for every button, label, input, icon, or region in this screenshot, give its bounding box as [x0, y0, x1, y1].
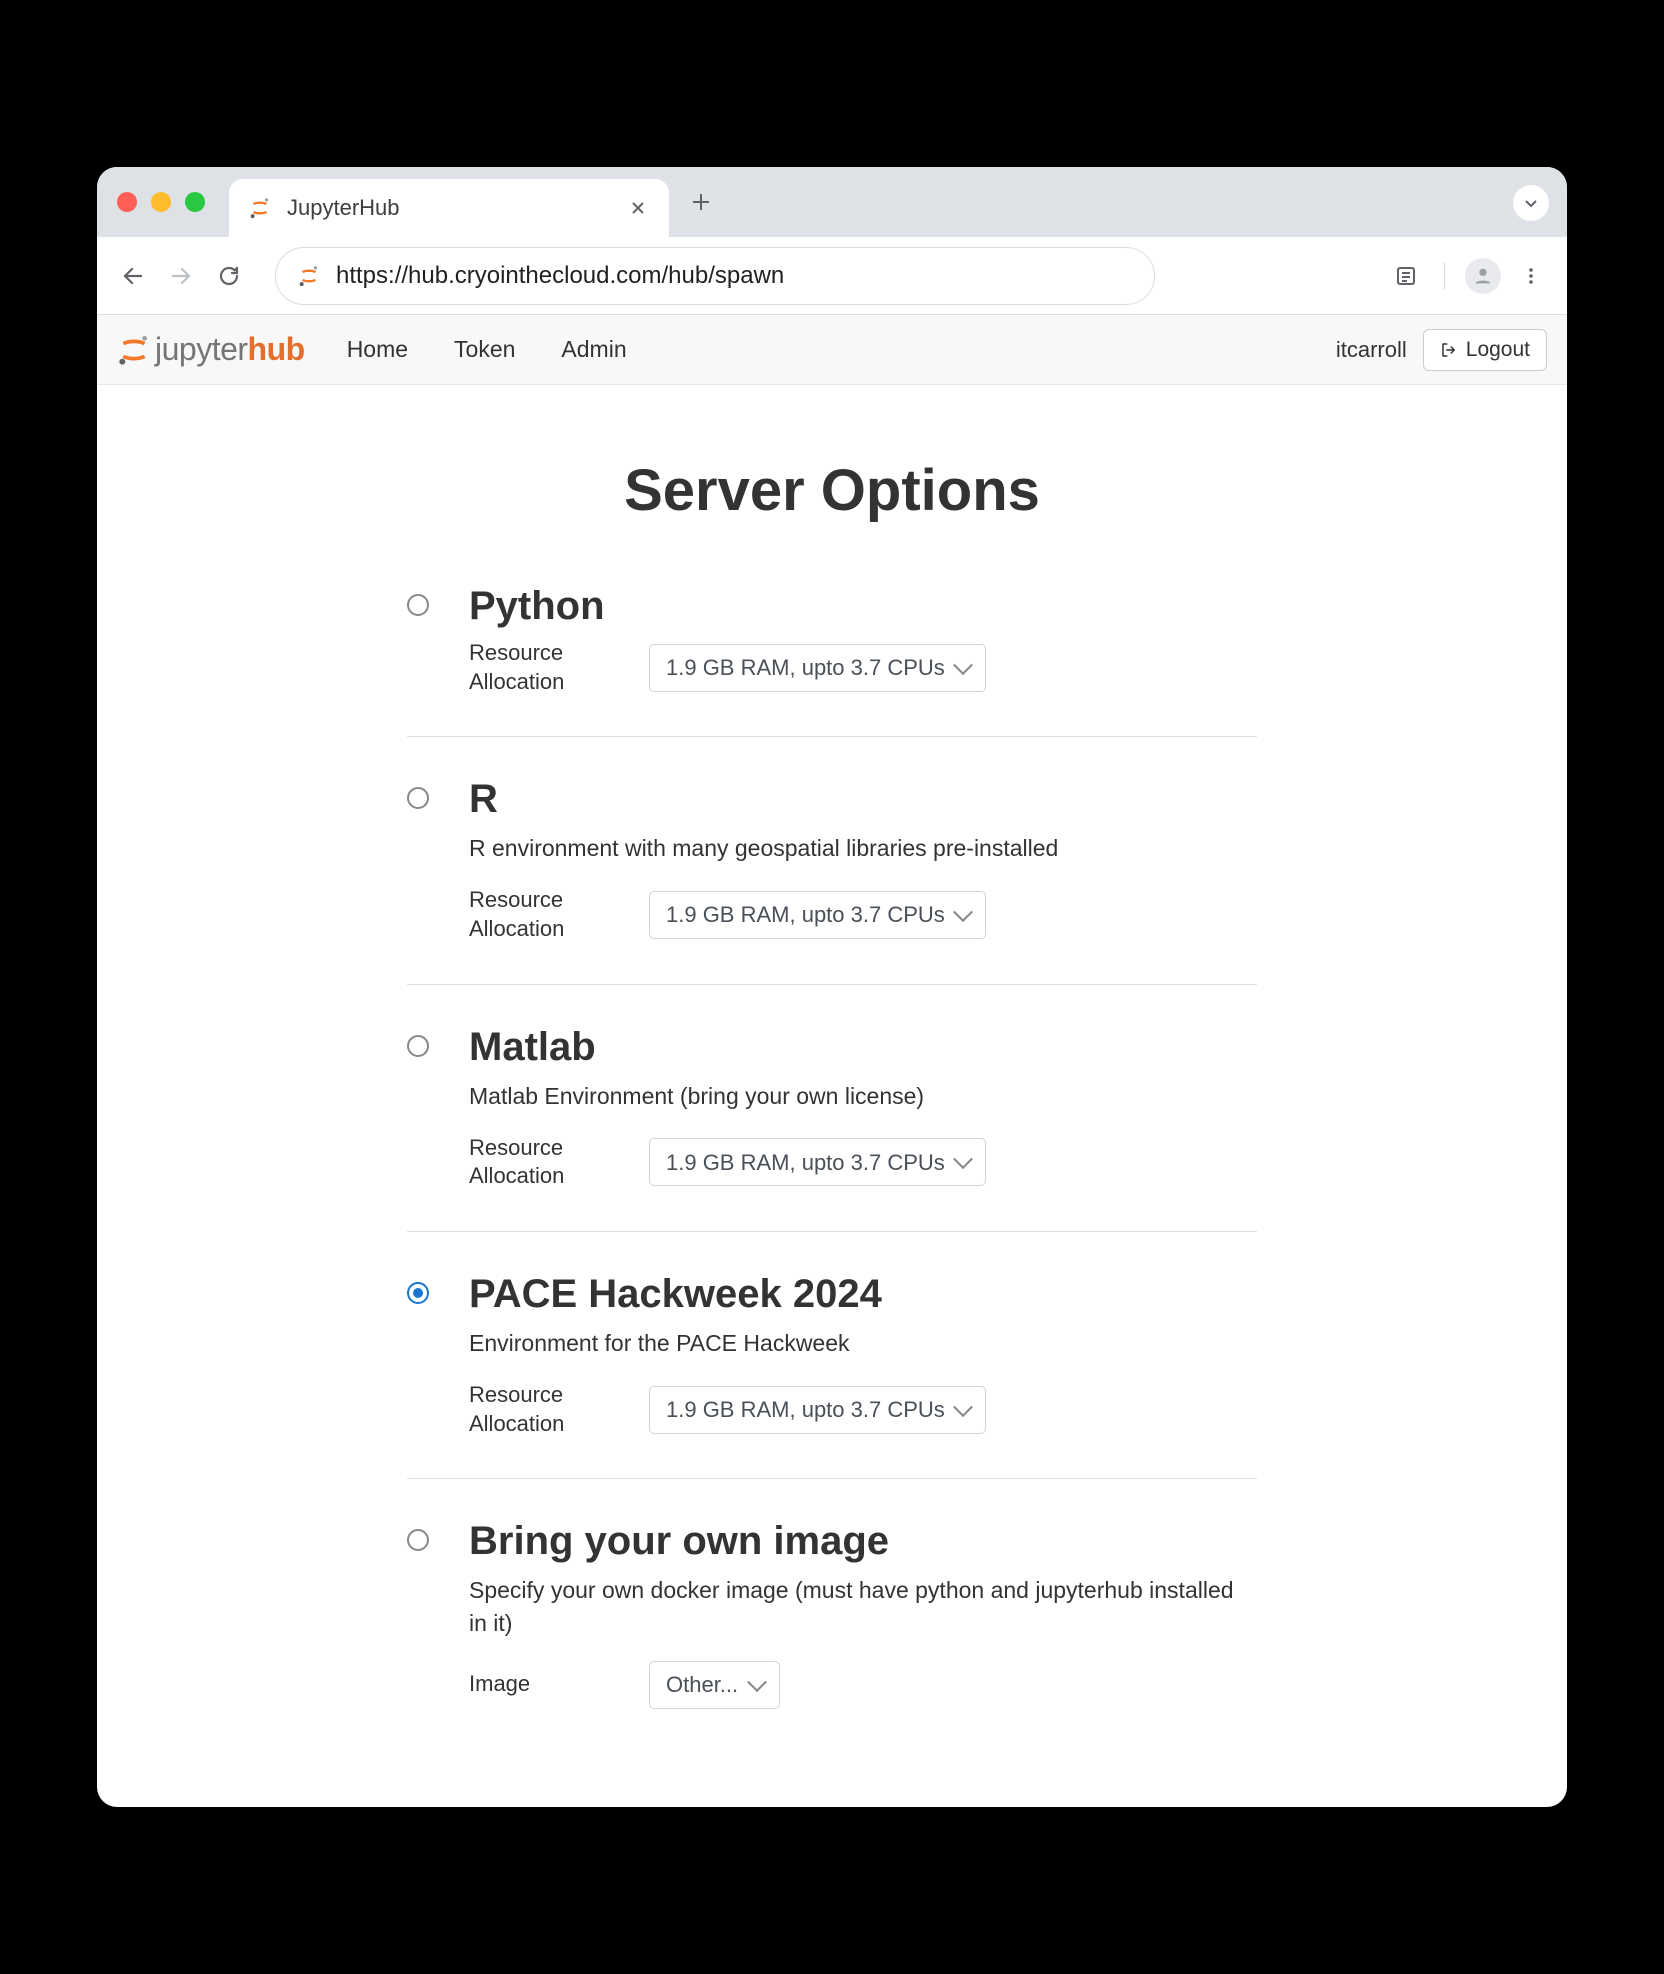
- address-bar[interactable]: https://hub.cryointhecloud.com/hub/spawn: [275, 247, 1155, 305]
- jupyter-favicon-icon: [247, 195, 273, 221]
- close-icon: [630, 200, 646, 216]
- profile-radio[interactable]: [407, 787, 429, 809]
- nav-admin[interactable]: Admin: [545, 328, 642, 371]
- logout-icon: [1440, 341, 1458, 359]
- profile-button[interactable]: [1463, 256, 1503, 296]
- server-option: Bring your own image Specify your own do…: [407, 1519, 1257, 1748]
- plus-icon: [691, 192, 711, 212]
- logout-label: Logout: [1466, 338, 1530, 362]
- reader-mode-button[interactable]: [1386, 256, 1426, 296]
- tab-strip: JupyterHub: [97, 167, 1567, 237]
- close-window-button[interactable]: [117, 192, 137, 212]
- chevron-down-icon: [1523, 195, 1539, 211]
- field-label: Resource Allocation: [469, 1381, 629, 1438]
- option-title: Python: [469, 584, 1257, 629]
- window-controls: [117, 192, 205, 212]
- resource allocation-select[interactable]: 1.9 GB RAM, upto 3.7 CPUs: [649, 1386, 986, 1434]
- option-description: Matlab Environment (bring your own licen…: [469, 1080, 1257, 1112]
- arrow-left-icon: [121, 264, 145, 288]
- resource allocation-select[interactable]: 1.9 GB RAM, upto 3.7 CPUs: [649, 644, 986, 692]
- server-option: PACE Hackweek 2024 Environment for the P…: [407, 1272, 1257, 1479]
- tab-overflow-button[interactable]: [1513, 185, 1549, 221]
- minimize-window-button[interactable]: [151, 192, 171, 212]
- server-option: Matlab Matlab Environment (bring your ow…: [407, 1025, 1257, 1232]
- tab-close-button[interactable]: [625, 195, 651, 221]
- option-title: Bring your own image: [469, 1519, 1257, 1564]
- field-label: Resource Allocation: [469, 639, 629, 696]
- browser-toolbar: https://hub.cryointhecloud.com/hub/spawn: [97, 237, 1567, 315]
- jupyterhub-navbar: jupyterhub Home Token Admin itcarroll Lo…: [97, 315, 1567, 385]
- browser-window: JupyterHub https: [97, 167, 1567, 1807]
- tab-title: JupyterHub: [287, 195, 611, 221]
- option-title: Matlab: [469, 1025, 1257, 1070]
- maximize-window-button[interactable]: [185, 192, 205, 212]
- back-button[interactable]: [113, 256, 153, 296]
- logo-text: jupyterhub: [155, 331, 305, 368]
- kebab-menu-icon: [1521, 266, 1541, 286]
- username-label: itcarroll: [1336, 337, 1407, 363]
- forward-button[interactable]: [161, 256, 201, 296]
- nav-home[interactable]: Home: [331, 328, 424, 371]
- page-title: Server Options: [157, 457, 1507, 524]
- reload-icon: [217, 264, 241, 288]
- option-title: PACE Hackweek 2024: [469, 1272, 1257, 1317]
- browser-menu-button[interactable]: [1511, 256, 1551, 296]
- option-description: Specify your own docker image (must have…: [469, 1574, 1257, 1638]
- option-title: R: [469, 777, 1257, 822]
- url-text: https://hub.cryointhecloud.com/hub/spawn: [336, 262, 1134, 290]
- arrow-right-icon: [169, 264, 193, 288]
- profile-radio[interactable]: [407, 1282, 429, 1304]
- field-label: Resource Allocation: [469, 886, 629, 943]
- server-options-list: Python Resource Allocation 1.9 GB RAM, u…: [407, 584, 1257, 1749]
- nav-token[interactable]: Token: [438, 328, 531, 371]
- server-option: Python Resource Allocation 1.9 GB RAM, u…: [407, 584, 1257, 737]
- jupyter-logo-icon: [117, 333, 151, 367]
- site-favicon-icon: [296, 263, 322, 289]
- avatar-icon: [1465, 258, 1501, 294]
- profile-radio[interactable]: [407, 594, 429, 616]
- field-label: Resource Allocation: [469, 1134, 629, 1191]
- field-label: Image: [469, 1670, 629, 1699]
- browser-tab[interactable]: JupyterHub: [229, 179, 669, 237]
- option-description: Environment for the PACE Hackweek: [469, 1327, 1257, 1359]
- page-content: Server Options Python Resource Allocatio…: [97, 385, 1567, 1807]
- toolbar-divider: [1444, 262, 1445, 290]
- reload-button[interactable]: [209, 256, 249, 296]
- option-description: R environment with many geospatial libra…: [469, 832, 1257, 864]
- logout-button[interactable]: Logout: [1423, 329, 1547, 371]
- profile-radio[interactable]: [407, 1035, 429, 1057]
- jupyterhub-logo[interactable]: jupyterhub: [117, 331, 305, 368]
- image-select[interactable]: Other...: [649, 1661, 780, 1709]
- resource allocation-select[interactable]: 1.9 GB RAM, upto 3.7 CPUs: [649, 891, 986, 939]
- new-tab-button[interactable]: [685, 186, 717, 218]
- reader-icon: [1394, 264, 1418, 288]
- server-option: R R environment with many geospatial lib…: [407, 777, 1257, 984]
- profile-radio[interactable]: [407, 1529, 429, 1551]
- resource allocation-select[interactable]: 1.9 GB RAM, upto 3.7 CPUs: [649, 1138, 986, 1186]
